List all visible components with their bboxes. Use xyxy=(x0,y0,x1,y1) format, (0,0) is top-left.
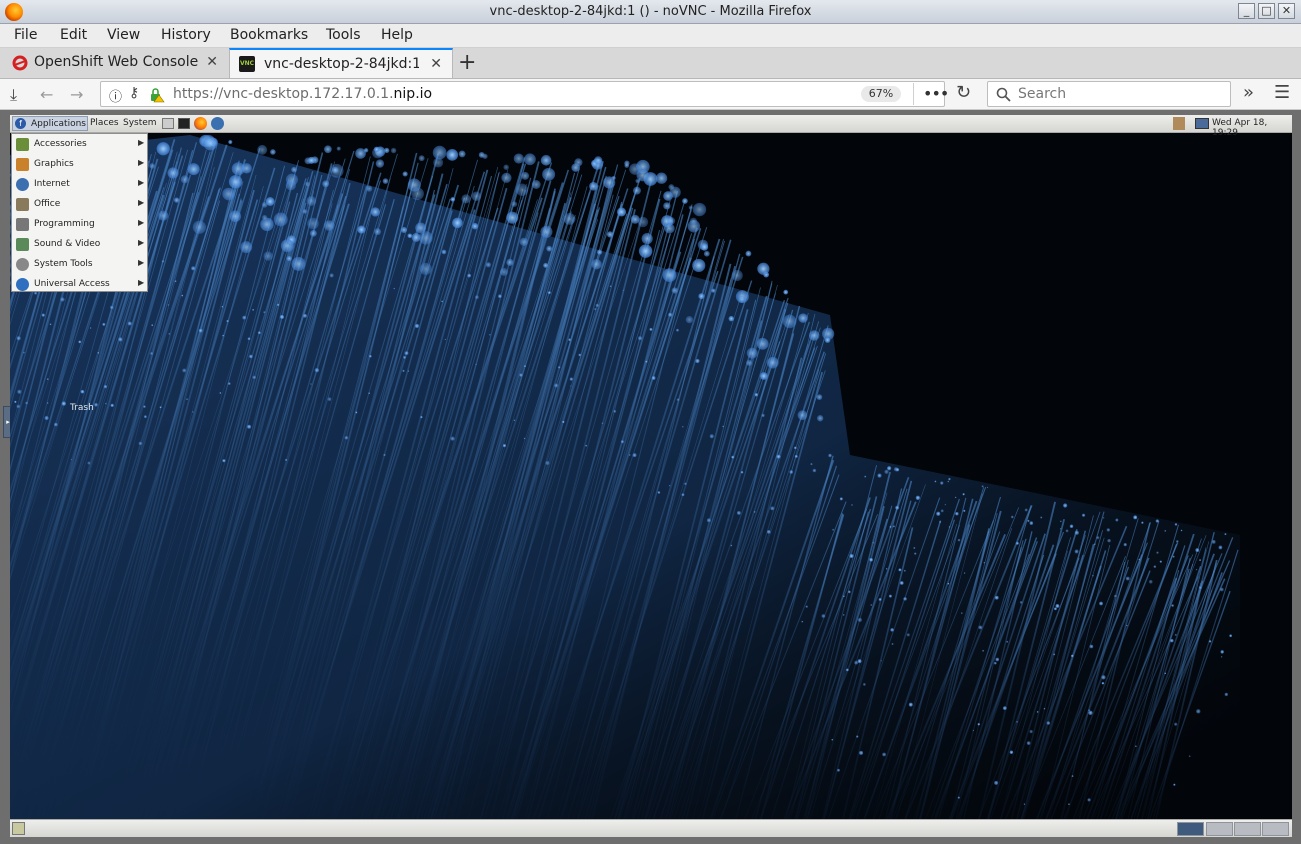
clipboard-icon[interactable] xyxy=(1173,117,1185,130)
show-desktop-icon[interactable] xyxy=(12,822,25,835)
vnc-canvas[interactable]: f Applications Places System Wed Apr 18,… xyxy=(10,115,1292,837)
tab-label: vnc-desktop-2-84jkd:1 () xyxy=(264,56,419,72)
close-button[interactable]: ✕ xyxy=(1278,3,1295,19)
universal-access-icon xyxy=(16,278,29,291)
workspace-3[interactable] xyxy=(1234,822,1261,836)
submenu-arrow-icon: ▶ xyxy=(138,178,145,187)
system-menu[interactable]: System xyxy=(123,118,157,128)
page-content: ▸ f Applications Places System Wed Apr 1… xyxy=(0,110,1301,844)
menu-item-office[interactable]: Office ▶ xyxy=(12,194,147,214)
places-menu[interactable]: Places xyxy=(90,118,119,128)
submenu-arrow-icon: ▶ xyxy=(138,158,145,167)
back-icon[interactable]: ← xyxy=(40,85,53,104)
hamburger-menu-icon[interactable]: ☰ xyxy=(1274,82,1290,103)
close-tab-icon[interactable]: ✕ xyxy=(430,56,442,72)
submenu-arrow-icon: ▶ xyxy=(138,218,145,227)
menu-edit[interactable]: Edit xyxy=(60,27,87,43)
url-bar[interactable]: ⓘ ⚷ https://vnc-desktop.172.17.0.1.nip.i… xyxy=(100,81,949,107)
page-actions-icon[interactable]: ••• xyxy=(923,84,949,103)
download-icon[interactable]: ⤓ xyxy=(10,85,17,105)
gnome-top-panel: f Applications Places System Wed Apr 18,… xyxy=(10,115,1292,138)
menu-history[interactable]: History xyxy=(161,27,211,43)
workspace-1[interactable] xyxy=(1177,822,1204,836)
thunderbird-launcher-icon[interactable] xyxy=(211,117,224,130)
menu-item-accessories[interactable]: Accessories ▶ xyxy=(12,134,147,154)
info-icon[interactable]: ⓘ xyxy=(109,86,122,105)
programming-icon xyxy=(16,218,29,231)
menu-file[interactable]: File xyxy=(14,27,37,43)
workspace-2[interactable] xyxy=(1206,822,1233,836)
window-title: vnc-desktop-2-84jkd:1 () - noVNC - Mozil… xyxy=(489,4,812,19)
applications-label: Applications xyxy=(31,119,86,129)
tab-label: OpenShift Web Console xyxy=(34,54,199,70)
fedora-icon: f xyxy=(15,118,26,129)
search-icon xyxy=(996,87,1011,102)
submenu-arrow-icon: ▶ xyxy=(138,278,145,287)
forward-icon[interactable]: → xyxy=(70,85,83,104)
office-icon xyxy=(16,198,29,211)
openshift-icon xyxy=(12,55,28,71)
submenu-arrow-icon: ▶ xyxy=(138,198,145,207)
menu-bookmarks[interactable]: Bookmarks xyxy=(230,27,308,43)
menu-item-sound-video[interactable]: Sound & Video ▶ xyxy=(12,234,147,254)
menu-help[interactable]: Help xyxy=(381,27,413,43)
search-input[interactable]: Search xyxy=(987,81,1231,107)
zoom-indicator[interactable]: 67% xyxy=(861,86,901,102)
terminal-launcher-icon[interactable] xyxy=(178,118,190,129)
firefox-launcher-icon[interactable] xyxy=(194,117,207,130)
tab-bar: OpenShift Web Console ✕ VNC vnc-desktop-… xyxy=(0,48,1301,79)
navigation-bar: ⤓ ← → ⓘ ⚷ https://vnc-desktop.172.17.0.1… xyxy=(0,79,1301,110)
window-titlebar: vnc-desktop-2-84jkd:1 () - noVNC - Mozil… xyxy=(0,0,1301,24)
gnome-bottom-panel xyxy=(10,819,1292,837)
desktop-wallpaper xyxy=(10,134,1240,837)
submenu-arrow-icon: ▶ xyxy=(138,258,145,267)
key-icon[interactable]: ⚷ xyxy=(129,85,139,101)
submenu-arrow-icon: ▶ xyxy=(138,138,145,147)
workspace-4[interactable] xyxy=(1262,822,1289,836)
applications-dropdown: Accessories ▶ Graphics ▶ Internet ▶ Office ▶… xyxy=(11,133,148,292)
submenu-arrow-icon: ▶ xyxy=(138,238,145,247)
accessories-icon xyxy=(16,138,29,151)
desktop-trash-label[interactable]: Trash xyxy=(70,403,94,413)
internet-icon xyxy=(16,178,29,191)
network-icon[interactable] xyxy=(1195,118,1209,129)
tab-vnc[interactable]: VNC vnc-desktop-2-84jkd:1 () ✕ xyxy=(229,48,453,78)
menu-item-universal-access[interactable]: Universal Access ▶ xyxy=(12,274,147,294)
vnc-icon: VNC xyxy=(239,56,255,72)
overflow-icon[interactable]: » xyxy=(1243,82,1254,103)
window-controls: _ □ ✕ xyxy=(1238,3,1295,19)
menu-item-internet[interactable]: Internet ▶ xyxy=(12,174,147,194)
system-tools-icon xyxy=(16,258,29,271)
clock[interactable]: Wed Apr 18, 19:29 xyxy=(1212,118,1292,138)
tab-openshift[interactable]: OpenShift Web Console ✕ xyxy=(0,48,228,78)
menu-item-programming[interactable]: Programming ▶ xyxy=(12,214,147,234)
divider xyxy=(913,83,914,105)
url-text: https://vnc-desktop.172.17.0.1.nip.io xyxy=(173,86,433,102)
applications-menu[interactable]: f Applications xyxy=(12,116,88,131)
minimize-button[interactable]: _ xyxy=(1238,3,1255,19)
sound-video-icon xyxy=(16,238,29,251)
new-tab-button[interactable]: + xyxy=(458,50,476,75)
menu-item-system-tools[interactable]: System Tools ▶ xyxy=(12,254,147,274)
search-placeholder: Search xyxy=(1018,86,1067,102)
menubar: File Edit View History Bookmarks Tools H… xyxy=(0,24,1301,48)
text-editor-launcher-icon[interactable] xyxy=(162,118,174,129)
menu-item-graphics[interactable]: Graphics ▶ xyxy=(12,154,147,174)
close-tab-icon[interactable]: ✕ xyxy=(206,54,218,70)
menu-tools[interactable]: Tools xyxy=(326,27,361,43)
lock-warning-icon[interactable] xyxy=(149,87,165,103)
graphics-icon xyxy=(16,158,29,171)
maximize-button[interactable]: □ xyxy=(1258,3,1275,19)
menu-view[interactable]: View xyxy=(107,27,140,43)
reload-icon[interactable]: ↻ xyxy=(956,82,971,103)
